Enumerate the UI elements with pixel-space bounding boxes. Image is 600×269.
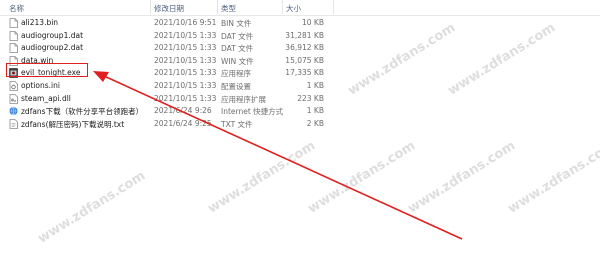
annotation-arrow (93, 71, 463, 240)
